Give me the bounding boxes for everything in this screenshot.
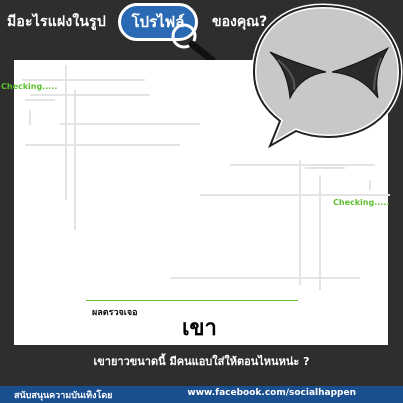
footer-bar: สนับสนุนความบันเทิงโดย www.facebook.com/… (0, 386, 403, 403)
checking-text-left: Checking..... (1, 82, 58, 91)
result-value: เขา (182, 316, 217, 341)
caption: เขายาวขนาดนี้ มีคนแอบใส่ให้ตอนไหนหน่ะ ? (93, 355, 310, 368)
footer-link[interactable]: www.facebook.com/socialhappen (187, 388, 356, 398)
speech-bubble-icon (251, 3, 403, 152)
checking-text-right: Checking..... (333, 198, 390, 207)
result-label: ผลตรวจเจอ (92, 308, 138, 318)
result-divider (86, 300, 298, 301)
footer-sponsor-text: สนับสนุนความบันเทิงโดย (14, 391, 113, 401)
app-card: มีอะไรแฝงในรูป โปรไฟล์ ของคุณ? Checking.… (0, 0, 403, 403)
